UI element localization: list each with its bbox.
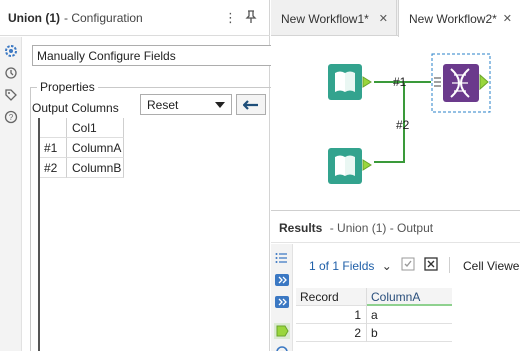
table-row[interactable]: 1 a [296,306,452,324]
table-header-row: Record ColumnA [296,288,452,306]
browse-icon[interactable] [274,344,290,351]
grid-cell [40,118,67,138]
checkbox-icon[interactable] [401,257,415,274]
union-tool[interactable] [431,53,491,113]
move-left-button[interactable] [236,94,266,115]
grid-row-label: #2 [40,158,67,178]
gear-icon[interactable] [3,43,19,59]
cell-viewer-button[interactable]: Cell Viewer [463,259,520,273]
svg-text:?: ? [9,113,14,122]
input-data-tool-2[interactable] [328,148,372,184]
grid-header-cell: Col1 [67,118,124,138]
record-cell: 1 [296,306,367,324]
column-header-record[interactable]: Record [296,288,367,306]
column-header-columna[interactable]: ColumnA [367,288,452,306]
grid-header-row: Col1 [40,118,124,138]
results-side-strip [271,244,293,351]
output-columns-label: Output Columns [32,101,119,115]
configuration-side-strip: ? [0,37,22,351]
grid-row[interactable]: #2 ColumnB [40,158,124,178]
grid-row-label: #1 [40,138,67,158]
help-icon[interactable]: ? [3,109,19,125]
value-cell[interactable]: b [367,324,452,342]
tag-icon[interactable] [3,87,19,103]
close-icon[interactable]: ✕ [379,12,388,25]
output-columns-grid: Col1 #1 ColumnA #2 ColumnB [38,118,124,351]
configuration-pane: Union (1) - Configuration ⋮ ? Manually C… [0,0,274,351]
clear-selection-icon[interactable] [424,257,438,274]
configuration-title: Union (1) [8,10,60,25]
configuration-subtitle: - Configuration [64,10,143,25]
properties-label: Properties [37,80,98,94]
results-table: Record ColumnA 1 a 2 b [296,288,452,342]
configure-mode-select[interactable]: Manually Configure Fields [32,45,272,66]
dropdown-arrow-icon [215,102,225,108]
output-anchor-icon[interactable] [274,323,290,339]
input-anchor-icon[interactable] [274,294,290,310]
grid-cell[interactable]: ColumnA [67,138,124,158]
connection-label-2: #2 [396,118,410,132]
results-subtitle: - Union (1) - Output [329,221,434,235]
chevron-down-icon: ⌄ [381,259,392,273]
pin-icon[interactable] [245,10,257,28]
fields-count-label: 1 of 1 Fields [309,259,375,273]
tab-new-workflow2[interactable]: New Workflow2* ✕ [398,0,520,37]
grid-cell[interactable]: ColumnB [67,158,124,178]
results-toolbar: 1 of 1 Fields ⌄ Cell Viewer [293,244,520,286]
connection-label-1: #1 [393,75,407,89]
tab-label: New Workflow1* [281,12,369,26]
arrow-left-icon [243,99,258,110]
results-pane: Results - Union (1) - Output 1 of 1 Fiel… [271,210,520,351]
close-icon[interactable]: ✕ [503,12,512,25]
fields-selector[interactable]: 1 of 1 Fields ⌄ [309,259,392,273]
input-anchor-icon[interactable] [274,272,290,288]
reset-dropdown[interactable]: Reset [140,94,232,115]
workflow-canvas[interactable]: #1 #2 [271,37,520,209]
input-data-tool-1[interactable] [328,64,372,100]
results-title: Results [279,221,323,235]
more-options-icon[interactable]: ⋮ [224,10,237,26]
configuration-header: Union (1) - Configuration ⋮ [0,0,270,36]
reset-dropdown-value: Reset [147,98,179,112]
grid-row[interactable]: #1 ColumnA [40,138,124,158]
toolbar-divider [449,257,450,273]
configuration-body: Manually Configure Fields Properties Out… [22,37,274,351]
tab-new-workflow1[interactable]: New Workflow1* ✕ [271,0,397,36]
list-icon[interactable] [274,250,290,266]
record-cell: 2 [296,324,367,342]
value-cell[interactable]: a [367,306,452,324]
refresh-icon[interactable] [3,65,19,81]
table-row[interactable]: 2 b [296,324,452,342]
workflow-tab-bar: New Workflow1* ✕ New Workflow2* ✕ [271,0,520,37]
results-header: Results - Union (1) - Output [271,211,520,243]
tab-label: New Workflow2* [409,12,497,26]
